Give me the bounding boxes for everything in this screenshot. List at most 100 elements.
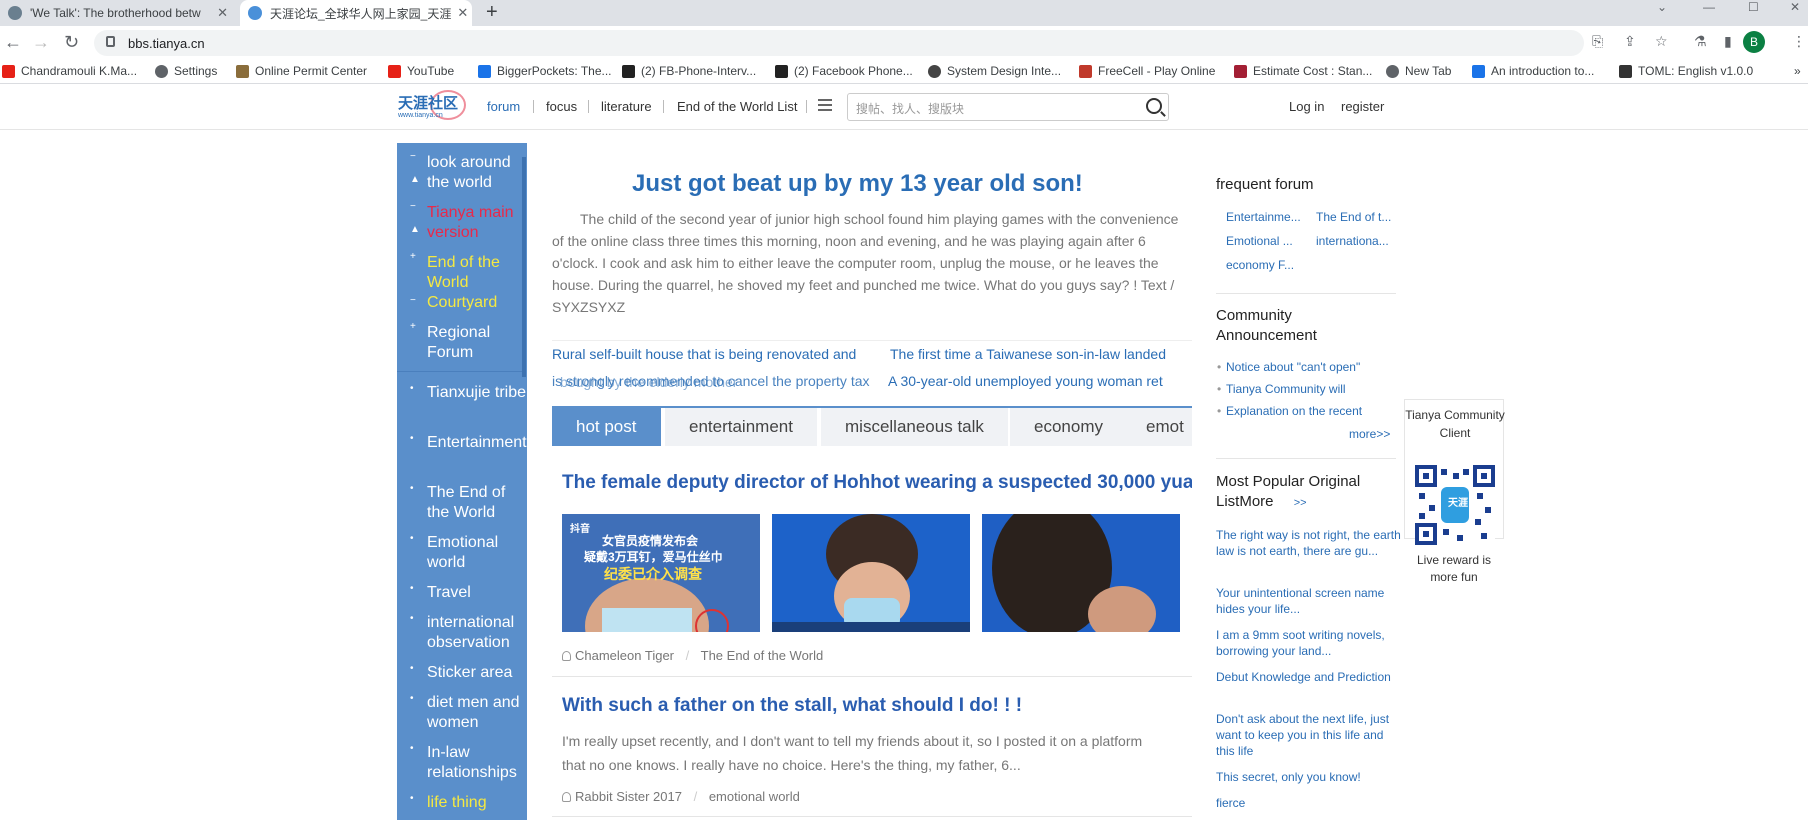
share-icon[interactable]: ⇪: [1624, 33, 1636, 50]
sidebar-item-regional[interactable]: Regional Forum: [427, 323, 527, 363]
bookmark-item[interactable]: System Design Inte...: [928, 64, 1061, 78]
forward-arrow-icon[interactable]: →: [32, 32, 50, 53]
nav-forum[interactable]: forum: [487, 99, 520, 114]
side-panel-icon[interactable]: ▮: [1724, 33, 1732, 50]
popular-post-link[interactable]: fierce: [1216, 795, 1401, 811]
sidebar-item[interactable]: international observation: [427, 613, 527, 653]
collapse-icon[interactable]: −: [410, 295, 416, 306]
more-bookmarks-icon[interactable]: »: [1794, 64, 1801, 78]
post-thumbnail[interactable]: [772, 514, 970, 632]
tab-hot-post[interactable]: hot post: [552, 408, 661, 446]
popular-post-link[interactable]: I am a 9mm soot writing novels, borrowin…: [1216, 627, 1401, 659]
nav-literature[interactable]: literature: [601, 99, 652, 114]
tab-economy[interactable]: economy: [1010, 408, 1127, 446]
ticker-link[interactable]: The first time a Taiwanese son-in-law la…: [890, 346, 1166, 362]
expand-icon[interactable]: +: [410, 321, 416, 332]
announcements-more-link[interactable]: more>>: [1349, 427, 1390, 441]
post-thumbnail[interactable]: 抖音 女官员疫情发布会 疑戴3万耳钉，爱马仕丝巾 纪委已介入调查: [562, 514, 760, 632]
profile-avatar[interactable]: B: [1743, 31, 1765, 53]
search-input[interactable]: 搜帖、找人、搜版块: [847, 93, 1169, 121]
collapse-icon[interactable]: −: [410, 151, 416, 162]
bookmark-item[interactable]: Estimate Cost : Stan...: [1234, 64, 1372, 78]
sidebar-item[interactable]: In-law relationships: [427, 743, 527, 783]
ticker-link[interactable]: Rural self-built house that is being ren…: [552, 346, 856, 362]
bookmark-item[interactable]: (2) Facebook Phone...: [775, 64, 913, 78]
sidebar-item[interactable]: Sticker area: [427, 663, 527, 683]
extension-flask-icon[interactable]: ⚗: [1694, 33, 1707, 50]
featured-headline[interactable]: Just got beat up by my 13 year old son!: [632, 170, 1083, 198]
sidebar-item-courtyard[interactable]: End of the World Courtyard: [427, 253, 527, 313]
sidebar-item-look-around[interactable]: look around the world: [427, 153, 527, 193]
collapse-icon[interactable]: −: [410, 201, 416, 212]
post-author[interactable]: Rabbit Sister 2017: [575, 789, 682, 804]
sidebar-item[interactable]: Tianxujie tribe: [427, 383, 527, 403]
announcement-link[interactable]: Notice about "can't open": [1217, 360, 1360, 374]
bookmark-item[interactable]: BiggerPockets: The...: [478, 64, 612, 78]
sidebar-item[interactable]: Entertainment gossip: [427, 433, 527, 453]
browser-tab-2[interactable]: 天涯论坛_全球华人网上家园_天涯 ✕: [240, 0, 472, 26]
frequent-forum-link[interactable]: economy F...: [1226, 258, 1294, 272]
bookmark-item[interactable]: YouTube: [388, 64, 454, 78]
popular-more-link[interactable]: >>: [1294, 497, 1307, 509]
sidebar-item[interactable]: Emotional world: [427, 533, 527, 573]
tab-search-chevron-icon[interactable]: ⌄: [1657, 0, 1667, 14]
nav-focus[interactable]: focus: [546, 99, 577, 114]
sidebar-item[interactable]: Travel: [427, 583, 527, 603]
sidebar-item[interactable]: diet men and women: [427, 693, 527, 733]
frequent-forum-link[interactable]: Entertainme...: [1226, 210, 1301, 224]
tab-close-icon[interactable]: ✕: [451, 5, 468, 21]
bookmark-star-icon[interactable]: ☆: [1655, 33, 1668, 50]
bookmark-item[interactable]: Chandramouli K.Ma...: [2, 64, 137, 78]
sidebar-item[interactable]: The End of the World: [427, 483, 527, 523]
bookmark-item[interactable]: (2) FB-Phone-Interv...: [622, 64, 756, 78]
post-board[interactable]: emotional world: [709, 789, 800, 804]
browser-tab-1[interactable]: 'We Talk': The brotherhood betw ✕: [0, 0, 236, 26]
kebab-menu-icon[interactable]: ⋮: [1792, 33, 1806, 50]
announcement-link[interactable]: Tianya Community will: [1217, 382, 1346, 396]
window-close-icon[interactable]: ✕: [1790, 0, 1800, 14]
tab-emotional[interactable]: emot: [1122, 408, 1192, 446]
announcement-link[interactable]: Explanation on the recent: [1217, 404, 1362, 418]
minimize-icon[interactable]: —: [1703, 0, 1715, 14]
ticker-link[interactable]: A 30-year-old unemployed young woman ret: [888, 373, 1163, 389]
maximize-icon[interactable]: ☐: [1748, 0, 1759, 14]
sidebar-item-main-version[interactable]: Tianya main version: [427, 203, 527, 243]
register-link[interactable]: register: [1341, 99, 1384, 114]
translate-icon[interactable]: ⎘: [1592, 33, 1603, 50]
frequent-forum-link[interactable]: The End of t...: [1316, 210, 1391, 224]
site-logo[interactable]: 天涯社区: [398, 92, 458, 113]
bookmark-item[interactable]: TOML: English v1.0.0: [1619, 64, 1753, 78]
bookmark-item[interactable]: Settings: [155, 64, 217, 78]
bookmark-item[interactable]: New Tab: [1386, 64, 1451, 78]
post-board[interactable]: The End of the World: [701, 648, 824, 663]
nav-world-list[interactable]: End of the World List: [677, 99, 797, 114]
sidebar-item[interactable]: life thing: [427, 793, 527, 813]
client-download-box[interactable]: Tianya Community Client 天涯: [1404, 399, 1505, 545]
menu-hamburger-icon[interactable]: [818, 99, 832, 111]
post-title[interactable]: With such a father on the stall, what sh…: [562, 695, 1022, 717]
ticker-link[interactable]: bought by the elderly mother: [560, 374, 737, 390]
tab-entertainment[interactable]: entertainment: [665, 408, 817, 446]
tab-miscellaneous-talk[interactable]: miscellaneous talk: [821, 408, 1008, 446]
bookmark-item[interactable]: An introduction to...: [1472, 64, 1594, 78]
back-arrow-icon[interactable]: ←: [4, 32, 22, 53]
frequent-forum-link[interactable]: Emotional ...: [1226, 234, 1293, 248]
popular-post-link[interactable]: Debut Knowledge and Prediction: [1216, 669, 1401, 685]
popular-post-link[interactable]: This secret, only you know!: [1216, 769, 1401, 785]
post-thumbnail[interactable]: [982, 514, 1180, 632]
new-tab-plus-icon[interactable]: +: [486, 1, 498, 24]
search-icon[interactable]: [1146, 98, 1162, 114]
bookmark-item[interactable]: Online Permit Center: [236, 64, 367, 78]
omnibox[interactable]: bbs.tianya.cn: [94, 30, 1584, 56]
frequent-forum-link[interactable]: internationa...: [1316, 234, 1389, 248]
post-title[interactable]: The female deputy director of Hohhot wea…: [562, 472, 1192, 494]
popular-post-link[interactable]: Your unintentional screen name hides you…: [1216, 585, 1401, 617]
expand-icon[interactable]: +: [410, 251, 416, 262]
post-author[interactable]: Chameleon Tiger: [575, 648, 674, 663]
reload-icon[interactable]: ↻: [64, 32, 79, 53]
popular-post-link[interactable]: Don't ask about the next life, just want…: [1216, 711, 1401, 759]
tab-close-icon[interactable]: ✕: [211, 5, 228, 21]
popular-post-link[interactable]: The right way is not right, the earth la…: [1216, 527, 1401, 559]
login-link[interactable]: Log in: [1289, 99, 1324, 114]
bookmark-item[interactable]: FreeCell - Play Online: [1079, 64, 1215, 78]
